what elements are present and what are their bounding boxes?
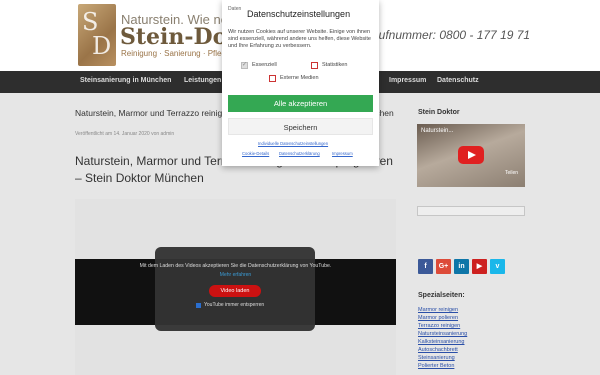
youtube-thumbnail[interactable]: Naturstein... Teilen (417, 124, 525, 187)
linkedin-icon[interactable]: in (454, 259, 469, 274)
imprint-link[interactable]: Impressum (332, 151, 353, 156)
logo-letter-d: D (92, 32, 112, 60)
facebook-icon[interactable]: f (418, 259, 433, 274)
statistics-checkbox[interactable] (311, 62, 318, 69)
cookie-details-link[interactable]: Cookie-Details (242, 151, 269, 156)
dialog-text: Wir nutzen Cookies auf unserer Website. … (228, 29, 371, 49)
individual-settings-link[interactable]: Individuelle Datenschutzeinstellungen (258, 141, 328, 146)
special-link[interactable]: Kalksteinsanierung (418, 339, 464, 345)
post-meta: Veröffentlicht am 14. Januar 2020 von ad… (75, 131, 175, 137)
special-link[interactable]: Marmor reinigen (418, 307, 458, 313)
special-link[interactable]: Autoschachbrett (418, 347, 458, 353)
video-embed: Mit dem Laden des Videos akzeptieren Sie… (75, 199, 396, 375)
nav-item-leistungen[interactable]: Leistungen (184, 77, 221, 84)
external-media-checkbox[interactable] (269, 75, 276, 82)
external-media-label: Externe Medien (280, 75, 319, 81)
special-link[interactable]: Marmor polieren (418, 315, 458, 321)
privacy-policy-link[interactable]: Datenschutzerklärung (279, 151, 320, 156)
load-video-button[interactable]: Video laden (209, 285, 261, 297)
vimeo-icon[interactable]: v (490, 259, 505, 274)
google-plus-icon[interactable]: G+ (436, 259, 451, 274)
essential-label: Essenziell (252, 62, 277, 68)
youtube-unblock-label: YouTube immer entsperren (204, 302, 265, 308)
youtube-title: Naturstein... (421, 128, 454, 134)
sidebar-heading: Stein Doktor (418, 109, 460, 116)
youtube-share-label[interactable]: Teilen (505, 170, 518, 176)
youtube-icon[interactable]: ▶ (472, 259, 487, 274)
nav-item-impressum[interactable]: Impressum (389, 77, 426, 84)
dialog-title: Datenschutzeinstellungen (247, 9, 351, 19)
youtube-play-icon[interactable] (458, 146, 484, 164)
logo-services: Reinigung · Sanierung · Pflege (121, 49, 231, 58)
special-link[interactable]: Terrazzo reinigen (418, 323, 460, 329)
special-link[interactable]: Natursteinsanierung (418, 331, 467, 337)
special-link[interactable]: Polierter Beton (418, 363, 454, 369)
accept-all-button[interactable]: Alle akzeptieren (228, 95, 373, 112)
youtube-unblock-checkbox[interactable] (196, 303, 201, 308)
special-link[interactable]: Steinsanierung (418, 355, 455, 361)
video-consent-text: Mit dem Laden des Videos akzeptieren Sie… (139, 263, 332, 269)
nav-item-steinsanierung[interactable]: Steinsanierung in München (80, 77, 171, 84)
save-button[interactable]: Speichern (228, 118, 373, 135)
nav-item-datenschutz[interactable]: Datenschutz (437, 77, 479, 84)
essential-checkbox (241, 61, 248, 69)
statistics-label: Statistiken (322, 62, 348, 68)
cookie-consent-dialog: Daten Datenschutzeinstellungen Wir nutze… (222, 0, 379, 166)
special-pages-heading: Spezialseiten: (418, 292, 465, 299)
sidebar-banner[interactable] (417, 206, 525, 216)
dialog-logo: Daten (228, 6, 242, 12)
phone-number[interactable]: Rufnummer: 0800 - 177 19 71 (370, 28, 530, 42)
video-more-link[interactable]: Mehr erfahren (75, 272, 396, 278)
logo[interactable]: S D (78, 4, 116, 66)
